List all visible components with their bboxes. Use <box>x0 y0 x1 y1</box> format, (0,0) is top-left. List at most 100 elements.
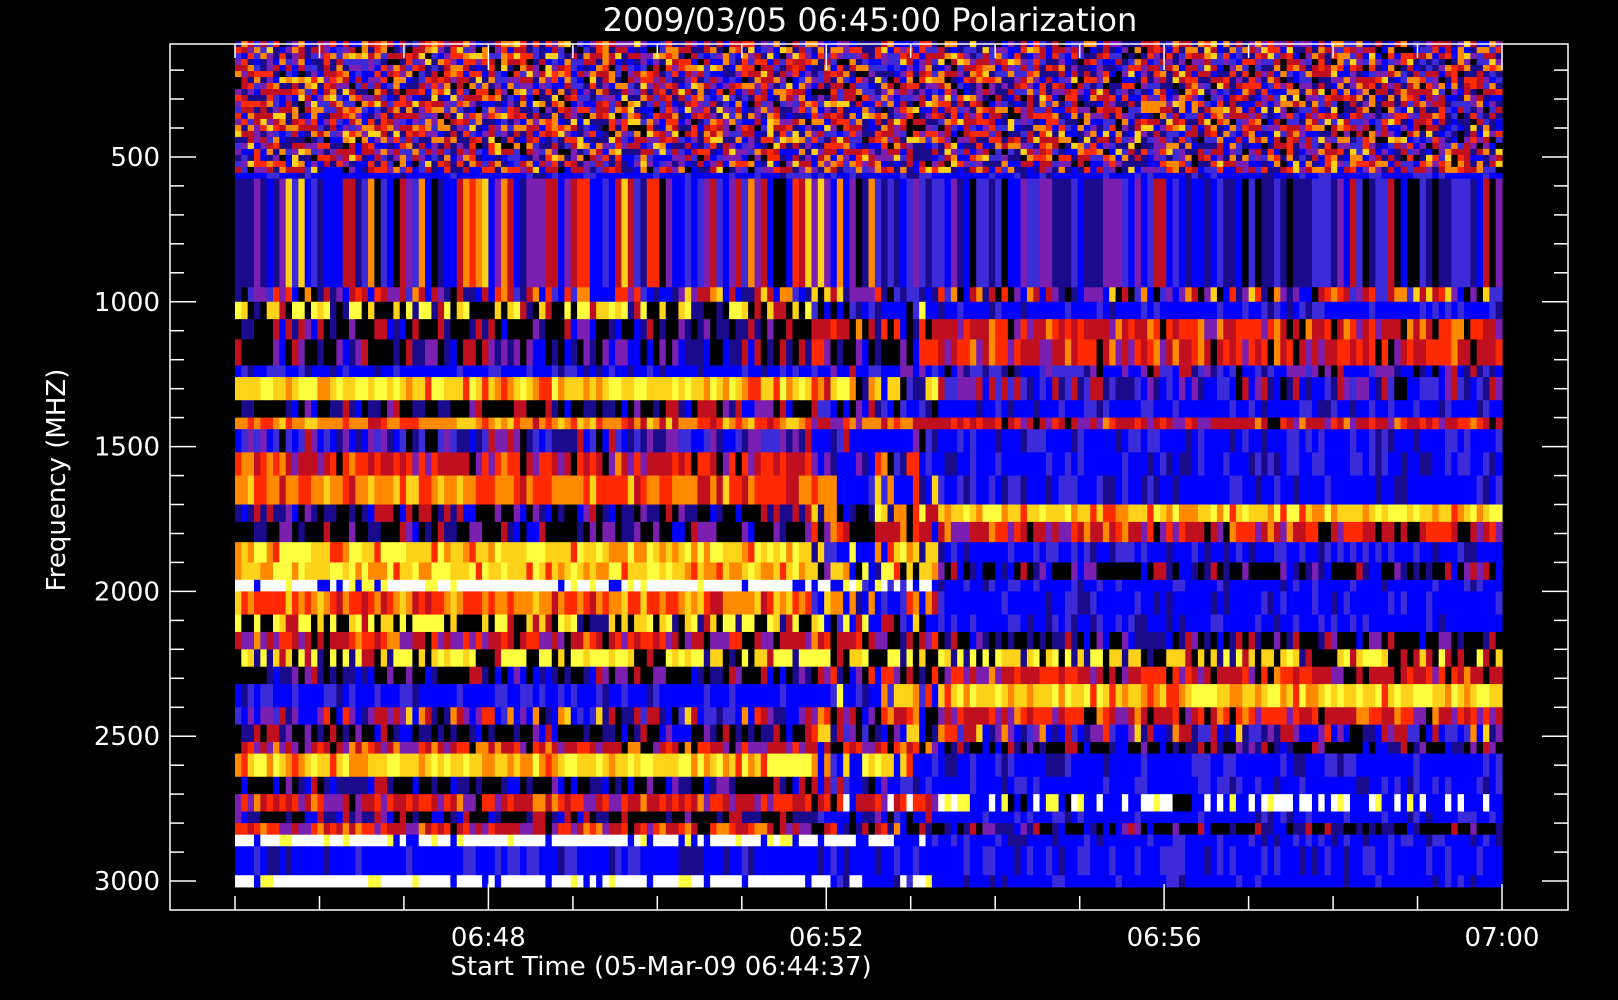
heatmap-cell <box>912 112 920 120</box>
heatmap-cell <box>1039 112 1047 120</box>
heatmap-cell <box>1052 287 1060 303</box>
heatmap-cell <box>570 166 578 174</box>
heatmap-cell <box>393 47 401 54</box>
heatmap-cell <box>330 148 337 156</box>
heatmap-cell <box>957 106 965 114</box>
heatmap-cell <box>551 118 559 126</box>
heatmap-cell <box>1007 154 1015 162</box>
heatmap-cell <box>1058 142 1066 150</box>
heatmap-cell <box>1248 112 1256 120</box>
heatmap-cell <box>1242 148 1250 156</box>
heatmap-cell <box>1216 89 1224 96</box>
heatmap-cell <box>1001 172 1009 180</box>
heatmap-cell <box>868 148 876 156</box>
heatmap-cell <box>836 118 844 126</box>
heatmap-cell <box>520 65 528 72</box>
heatmap-cell <box>463 59 470 66</box>
heatmap-cell <box>1267 59 1275 66</box>
heatmap-cell <box>1020 89 1028 96</box>
heatmap-cell <box>1242 83 1250 90</box>
heatmap-cell <box>399 112 407 120</box>
heatmap-cell <box>1425 47 1433 54</box>
heatmap-cell <box>798 178 806 288</box>
heatmap-cell <box>1153 148 1161 156</box>
heatmap-cell <box>1425 71 1433 78</box>
heatmap-cell <box>520 95 528 102</box>
heatmap-cell <box>1387 112 1395 120</box>
heatmap-cell <box>615 106 623 114</box>
heatmap-cell <box>1159 160 1167 168</box>
heatmap-cell <box>1387 124 1395 132</box>
heatmap-cell <box>1071 148 1079 156</box>
heatmap-cell <box>1001 118 1009 126</box>
heatmap-cell <box>697 101 705 108</box>
heatmap-cell <box>279 71 287 78</box>
heatmap-cell <box>330 112 337 120</box>
heatmap-cell <box>843 89 851 96</box>
heatmap-cell <box>729 124 737 132</box>
heatmap-cell <box>463 101 470 108</box>
heatmap-cell <box>963 178 971 288</box>
heatmap-cell <box>621 287 629 303</box>
heatmap-cell <box>900 148 908 156</box>
heatmap-cell <box>1115 47 1123 54</box>
heatmap-cell <box>558 172 566 180</box>
heatmap-cell <box>1349 178 1357 288</box>
heatmap-cell <box>1083 77 1091 84</box>
heatmap-cell <box>678 142 686 150</box>
heatmap-cell <box>292 47 299 54</box>
heatmap-cell <box>456 95 464 102</box>
heatmap-cell <box>843 136 851 144</box>
heatmap-cell <box>1482 118 1490 126</box>
heatmap-cell <box>1026 77 1034 84</box>
heatmap-cell <box>786 53 794 60</box>
heatmap-cell <box>824 172 832 180</box>
heatmap-cell <box>754 71 762 78</box>
heatmap-cell <box>1140 124 1148 132</box>
heatmap-cell <box>824 101 832 108</box>
heatmap-cell <box>824 65 832 72</box>
heatmap-cell <box>893 47 901 54</box>
heatmap-cell <box>501 287 508 303</box>
heatmap-cell <box>887 142 895 150</box>
heatmap-cell <box>995 83 1003 90</box>
heatmap-cell <box>1425 166 1433 174</box>
heatmap-cell <box>1400 178 1408 288</box>
heatmap-cell <box>374 160 382 168</box>
heatmap-cell <box>1343 71 1351 78</box>
heatmap-cell <box>456 89 464 96</box>
heatmap-cell <box>1153 112 1161 120</box>
heatmap-cell <box>387 106 394 114</box>
heatmap-cell <box>919 101 927 108</box>
heatmap-cell <box>380 124 388 132</box>
heatmap-cell <box>760 142 768 150</box>
heatmap-cell <box>608 178 616 288</box>
heatmap-cell <box>1292 65 1300 72</box>
heatmap-cell <box>469 166 477 174</box>
heatmap-cell <box>412 112 420 120</box>
heatmap-cell <box>1026 124 1034 132</box>
heatmap-cell <box>494 148 502 156</box>
heatmap-cell <box>944 89 952 96</box>
heatmap-cell <box>760 148 768 156</box>
heatmap-cell <box>1090 106 1098 114</box>
heatmap-cell <box>1045 65 1053 72</box>
heatmap-cell <box>304 166 312 174</box>
heatmap-cell <box>957 166 965 174</box>
heatmap-cell <box>1172 89 1180 96</box>
heatmap-cell <box>1375 136 1383 144</box>
heatmap-cell <box>1235 154 1243 162</box>
heatmap-cell <box>767 77 775 84</box>
heatmap-cell <box>1261 118 1269 126</box>
heatmap-cell <box>767 47 775 54</box>
heatmap-cell <box>526 136 534 144</box>
heatmap-cell <box>393 142 401 150</box>
heatmap-cell <box>235 95 242 102</box>
heatmap-cell <box>843 172 851 180</box>
heatmap-cell <box>513 172 521 180</box>
heatmap-cell <box>792 130 800 138</box>
heatmap-cell <box>494 136 502 144</box>
heatmap-cell <box>741 65 749 72</box>
heatmap-cell <box>1045 77 1053 84</box>
heatmap-cell <box>849 112 857 120</box>
